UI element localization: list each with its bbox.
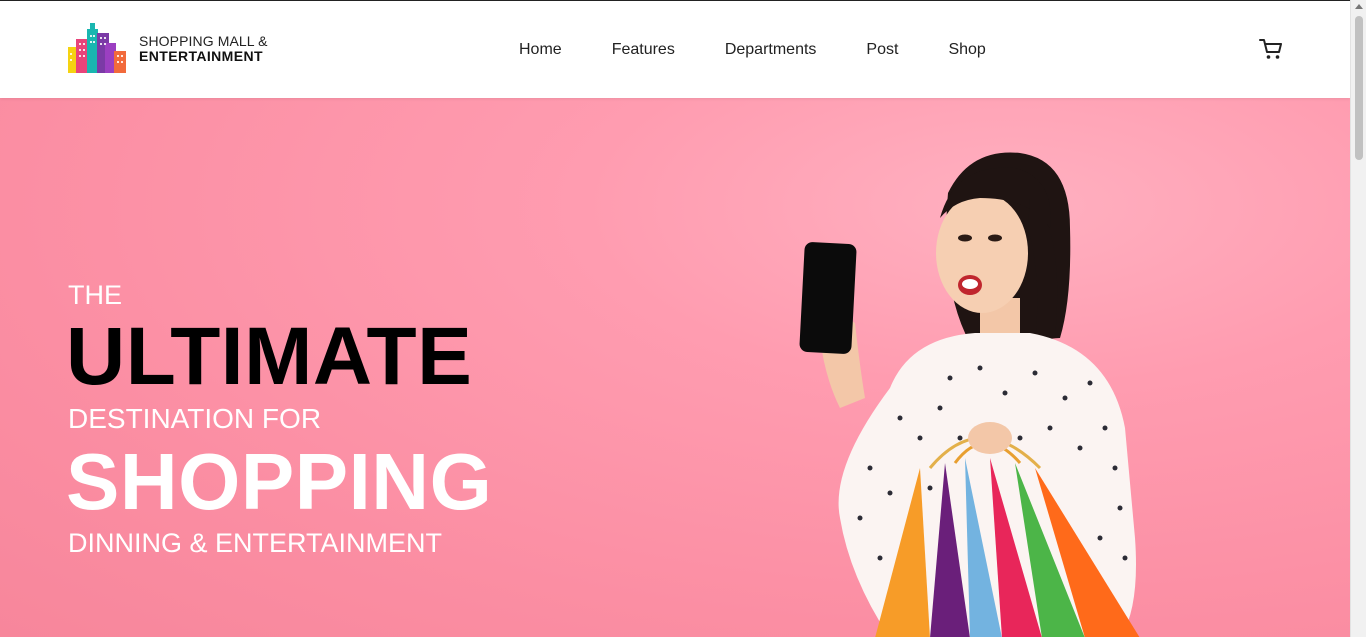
page: SHOPPING MALL & ENTERTAINMENT Home Featu… [0,0,1366,637]
nav-features[interactable]: Features [612,39,675,61]
buildings-logo-icon [68,23,126,73]
logo-line-1: SHOPPING MALL & [139,33,268,50]
nav-post[interactable]: Post [866,39,898,61]
vertical-scrollbar[interactable] [1350,0,1366,637]
logo[interactable]: SHOPPING MALL & ENTERTAINMENT [68,21,268,77]
hero-banner: THE ULTIMATE DESTINATION FOR SHOPPING DI… [0,98,1350,637]
hero-line-dinning: DINNING & ENTERTAINMENT [68,528,443,558]
shopping-cart-icon[interactable] [1258,37,1284,61]
hero-line-shopping: SHOPPING [66,437,493,526]
main-nav: Home Features Departments Post Shop [519,39,1036,61]
logo-text: SHOPPING MALL & ENTERTAINMENT [139,34,268,63]
nav-departments[interactable]: Departments [725,39,817,61]
hero-line-the: THE [68,280,122,310]
logo-line-2: ENTERTAINMENT [139,48,263,64]
scroll-up-arrow-icon[interactable] [1355,4,1363,9]
site-header: SHOPPING MALL & ENTERTAINMENT Home Featu… [0,0,1350,98]
hero-line-ultimate: ULTIMATE [66,311,473,402]
hero-line-destination: DESTINATION FOR [68,403,322,434]
scroll-thumb[interactable] [1355,16,1363,160]
nav-home[interactable]: Home [519,39,562,61]
woman-with-shopping-bags-image [799,152,1140,637]
nav-shop[interactable]: Shop [948,39,985,61]
